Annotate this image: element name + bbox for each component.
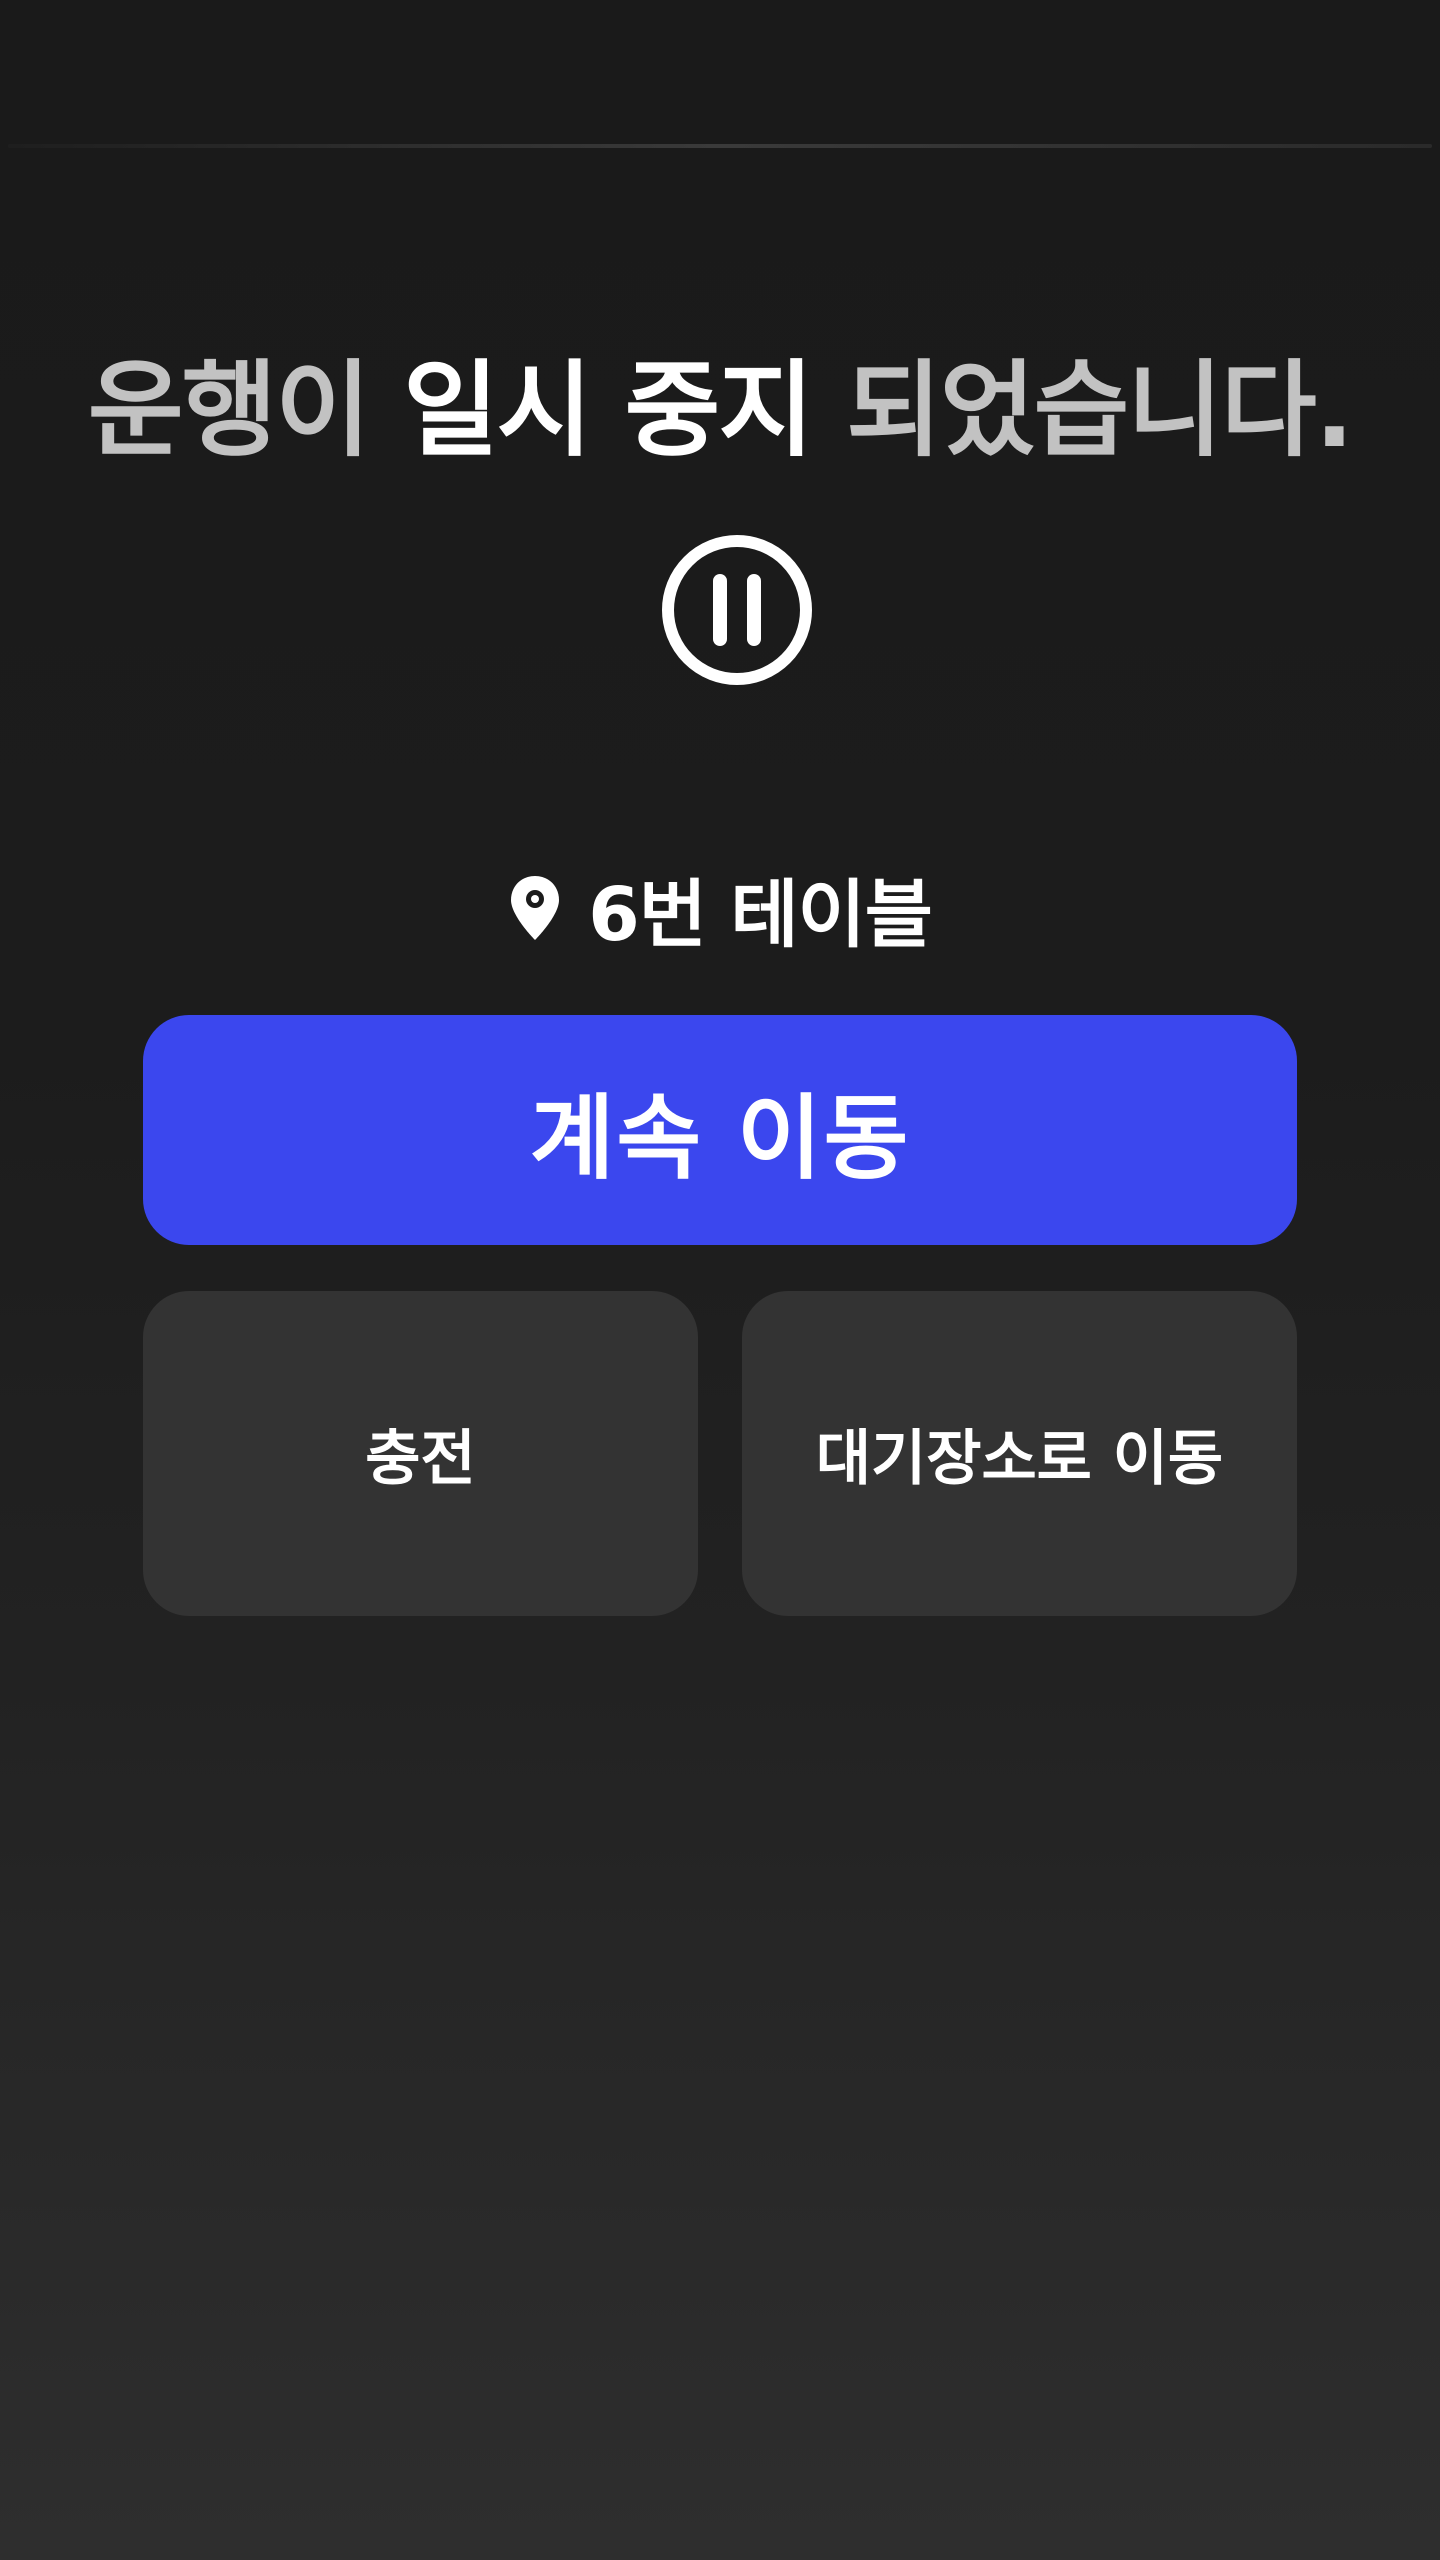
charge-button[interactable]: 충전 [143,1291,698,1616]
top-divider [8,144,1432,148]
pause-circle-icon [662,535,812,685]
move-to-standby-button[interactable]: 대기장소로 이동 [742,1291,1297,1616]
continue-moving-button[interactable]: 계속 이동 [143,1015,1297,1245]
headline-suffix: 되었습니다. [846,349,1354,471]
status-headline: 운행이 일시 중지 되었습니다. [0,345,1440,475]
headline-emphasis: 일시 중지 [403,349,814,471]
map-pin-icon [511,876,560,940]
destination-location: 6번 테이블 [0,858,1440,958]
headline-prefix: 운행이 [87,349,371,471]
location-label: 6번 테이블 [588,871,933,958]
